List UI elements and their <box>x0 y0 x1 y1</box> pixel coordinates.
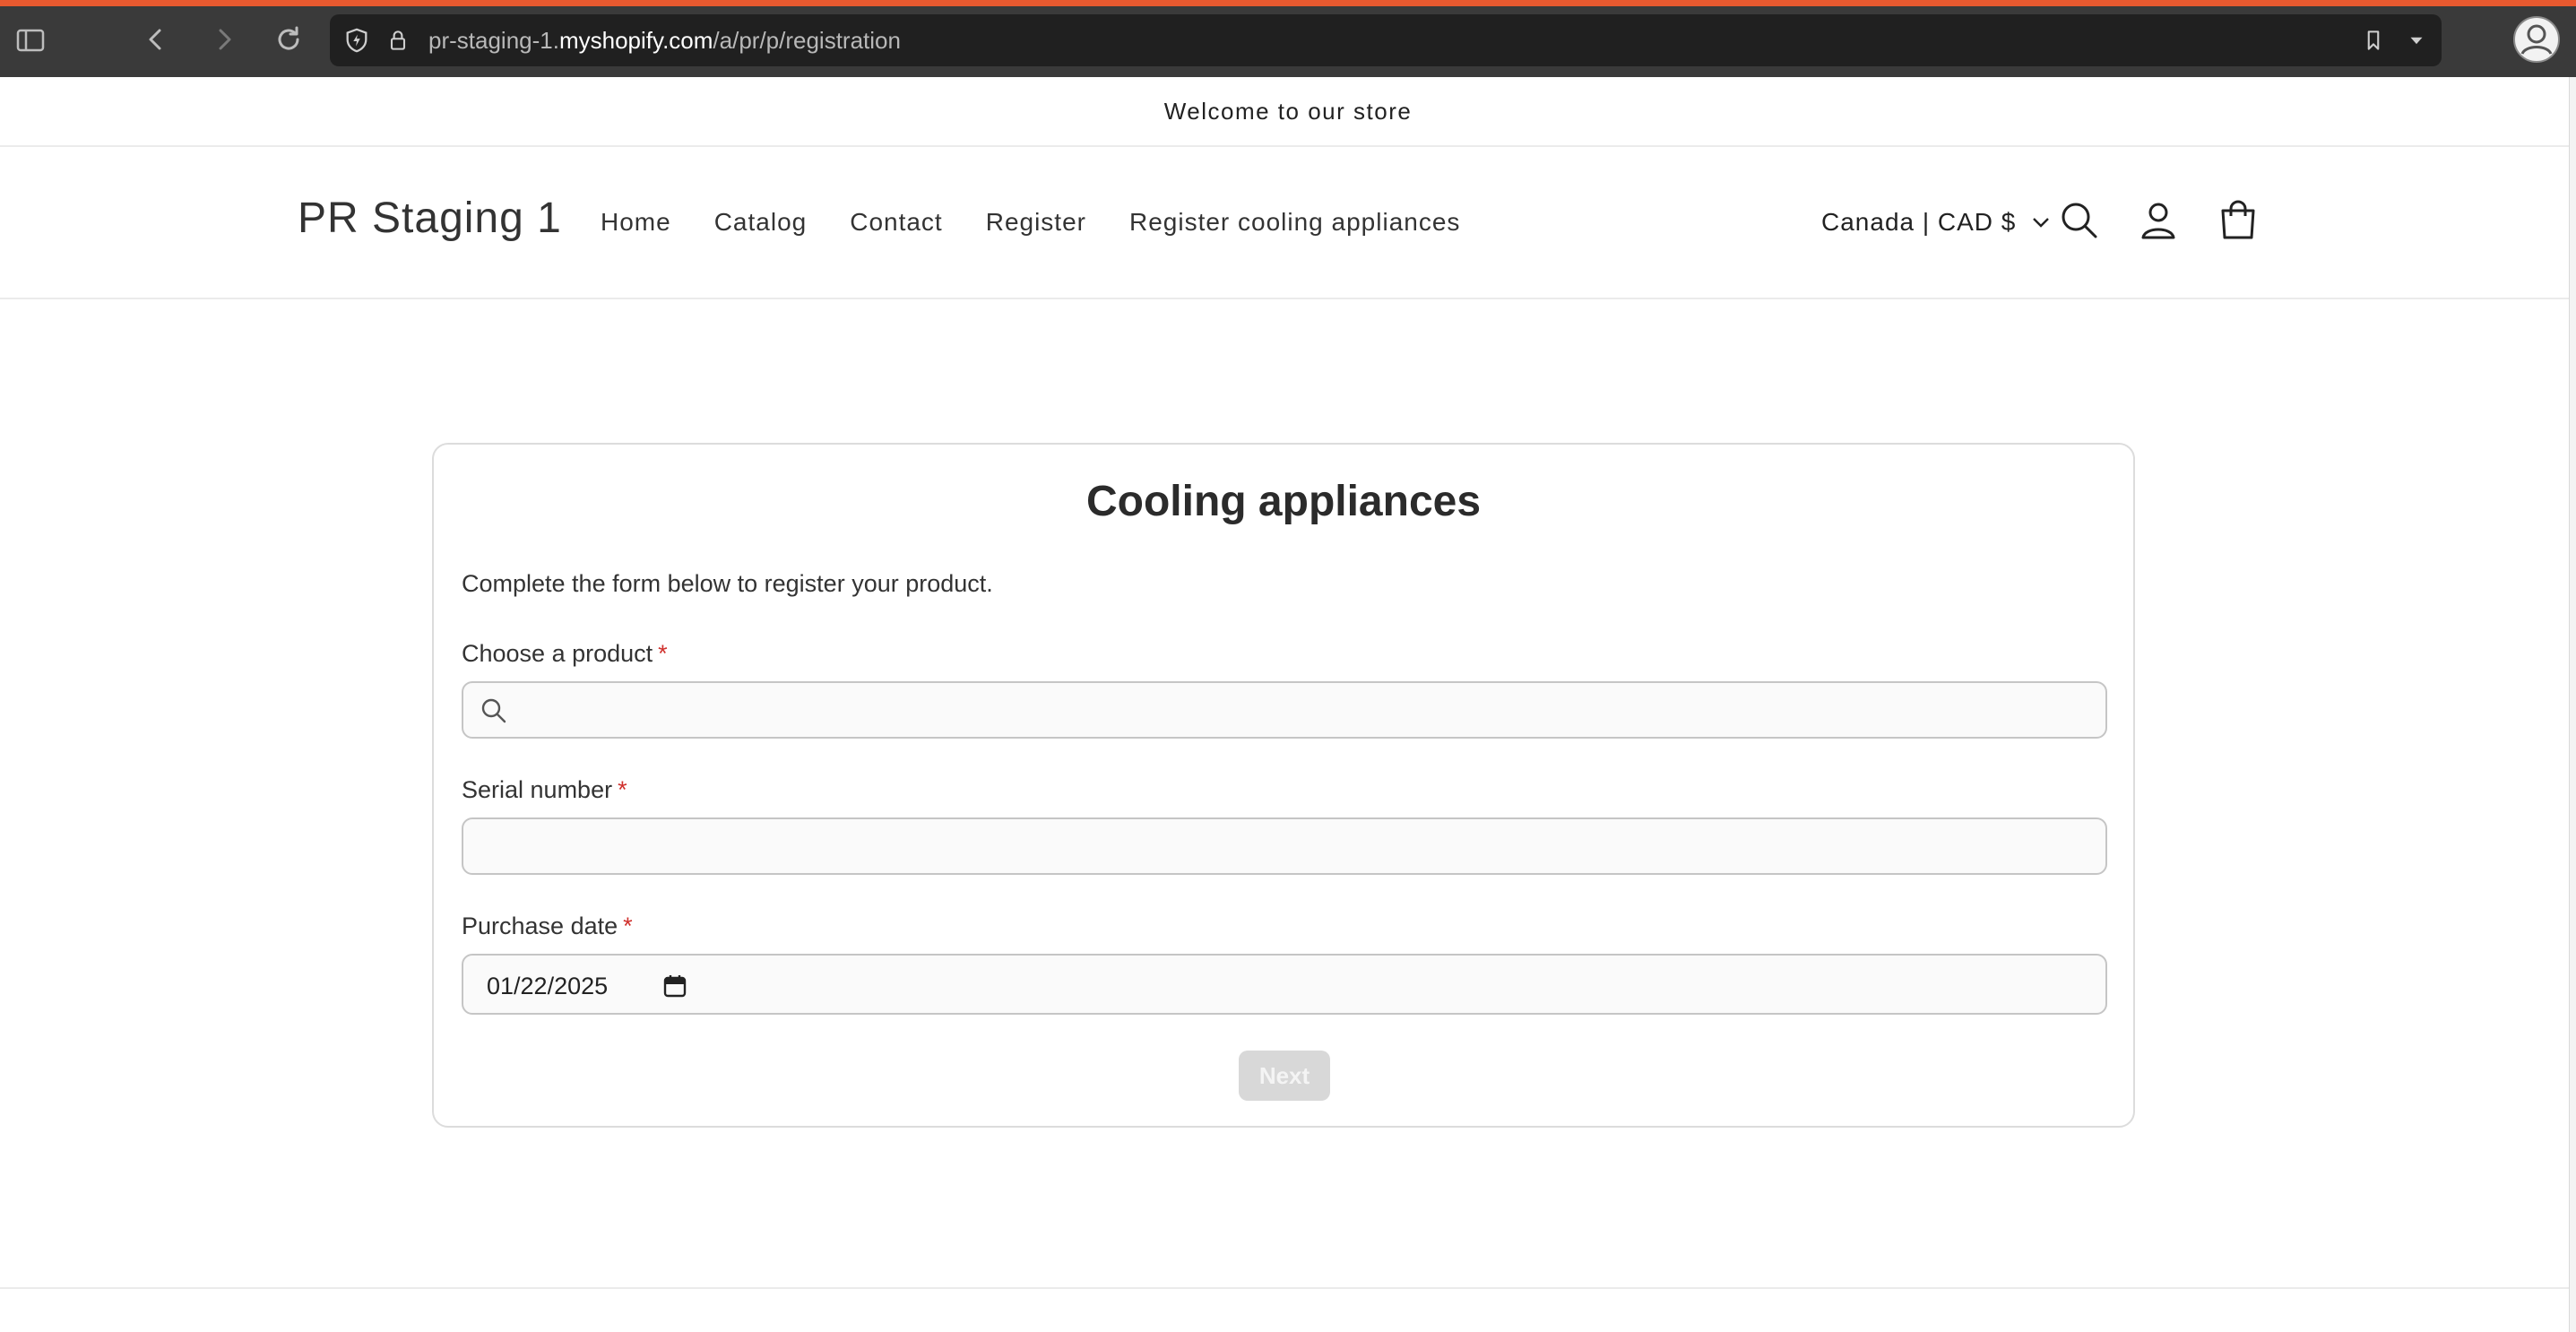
announcement-text: Welcome to our store <box>1163 97 1413 125</box>
scrollbar-track[interactable] <box>2569 77 2576 1332</box>
serial-number-input[interactable] <box>462 817 2107 875</box>
dropdown-icon[interactable] <box>2402 26 2431 55</box>
form-title: Cooling appliances <box>1085 478 1482 525</box>
cart-icon[interactable] <box>2216 198 2260 243</box>
search-icon[interactable] <box>2057 198 2102 243</box>
address-bar[interactable]: pr-staging-1.myshopify.com/a/pr/p/regist… <box>330 14 2442 66</box>
reload-icon[interactable] <box>269 20 308 59</box>
shield-icon[interactable] <box>342 26 371 55</box>
date-label: Purchase date * <box>462 913 633 939</box>
footer-divider <box>0 1287 2576 1289</box>
account-icon[interactable] <box>2136 198 2181 243</box>
profile-icon[interactable] <box>2511 14 2562 65</box>
bookmark-icon[interactable] <box>2359 26 2388 55</box>
form-intro: Complete the form below to register your… <box>462 570 993 597</box>
date-value: 01/22/2025 <box>487 973 609 999</box>
nav-contact[interactable]: Contact <box>850 208 943 237</box>
back-icon[interactable] <box>136 20 176 59</box>
lock-icon <box>384 26 412 55</box>
country-label: Canada | CAD $ <box>1821 208 2017 236</box>
toolbar-accent <box>0 0 2576 6</box>
sidebar-icon[interactable] <box>11 20 50 59</box>
serial-label: Serial number * <box>462 776 627 803</box>
search-icon <box>481 698 506 723</box>
forward-icon[interactable] <box>204 20 244 59</box>
store-header: PR Staging 1 Home Catalog Contact Regist… <box>0 147 2576 299</box>
nav-catalog[interactable]: Catalog <box>714 208 808 237</box>
product-label: Choose a product * <box>462 640 668 667</box>
calendar-icon[interactable] <box>662 973 687 999</box>
registration-card: Cooling appliances Complete the form bel… <box>432 443 2135 1128</box>
url-text[interactable]: pr-staging-1.myshopify.com/a/pr/p/regist… <box>428 14 901 66</box>
nav-register[interactable]: Register <box>986 208 1086 237</box>
chevron-down-icon <box>2033 218 2050 228</box>
required-mark: * <box>618 776 627 803</box>
announcement-bar: Welcome to our store <box>0 77 2576 147</box>
main-nav: Home Catalog Contact Register Register c… <box>601 208 1460 237</box>
required-mark: * <box>658 640 668 667</box>
nav-register-cooling-appliances[interactable]: Register cooling appliances <box>1129 208 1460 237</box>
country-selector[interactable]: Canada | CAD $ <box>1821 208 2050 237</box>
required-mark: * <box>623 913 633 939</box>
purchase-date-input[interactable]: 01/22/2025 <box>462 954 2107 1015</box>
product-search-input[interactable] <box>462 681 2107 739</box>
store-logo[interactable]: PR Staging 1 <box>298 194 562 243</box>
nav-home[interactable]: Home <box>601 208 671 237</box>
browser-toolbar: pr-staging-1.myshopify.com/a/pr/p/regist… <box>0 0 2576 77</box>
next-button[interactable]: Next <box>1239 1051 1330 1101</box>
